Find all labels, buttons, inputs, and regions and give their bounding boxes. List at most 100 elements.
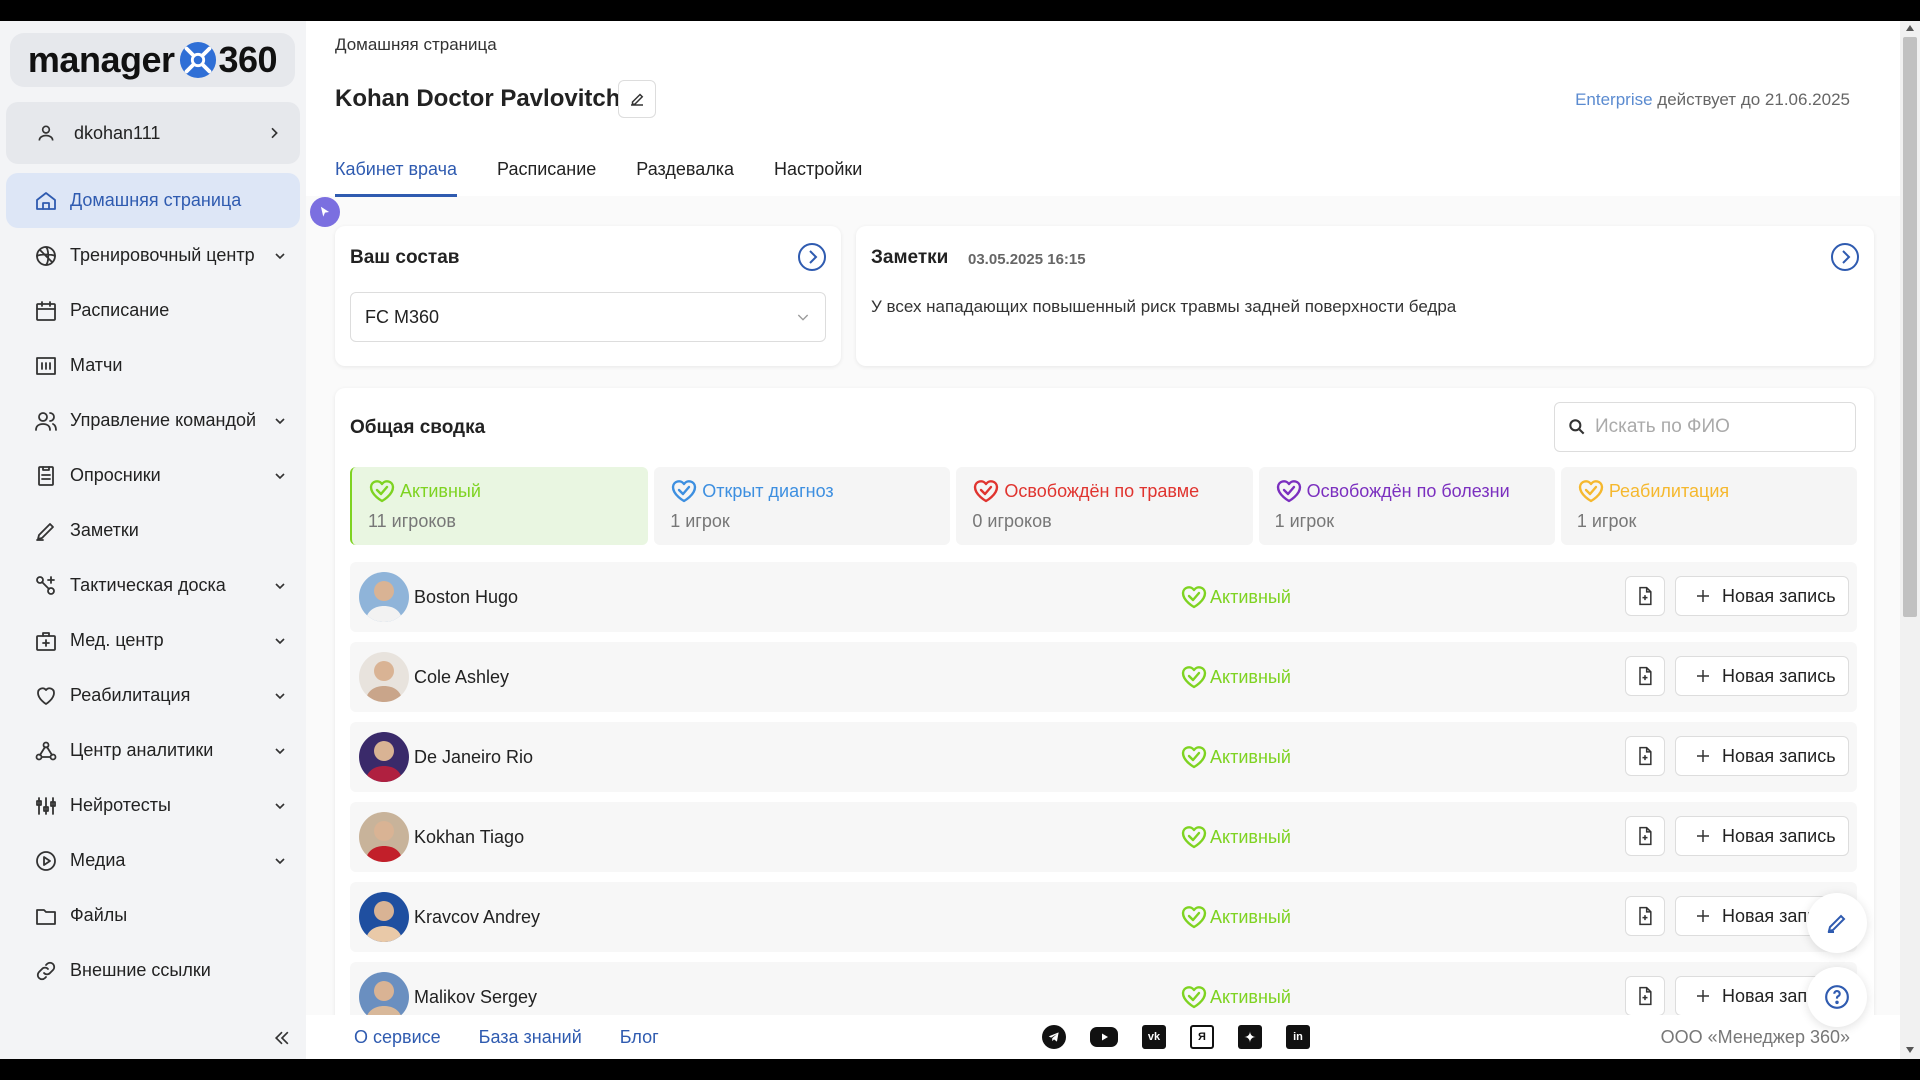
user-menu[interactable]: dkohan111 <box>6 102 300 164</box>
play-icon <box>36 850 56 871</box>
chevron-down-icon[interactable] <box>272 743 288 759</box>
tab[interactable]: Раздевалка <box>636 157 734 197</box>
sidebar-item[interactable]: Домашняя страница <box>6 173 300 228</box>
player-file-button[interactable] <box>1625 816 1665 856</box>
avatar <box>359 732 409 782</box>
notes-title: Заметки <box>871 247 949 268</box>
heart-icon <box>37 686 55 705</box>
footer-link[interactable]: Блог <box>620 1027 659 1048</box>
chevron-down-icon[interactable] <box>272 633 288 649</box>
youtube-icon[interactable] <box>1090 1027 1118 1047</box>
linkedin-icon[interactable]: in <box>1286 1025 1310 1049</box>
sidebar-item-label: Центр аналитики <box>70 740 214 760</box>
player-row[interactable]: Kokhan Tiago Активный Новая запись <box>350 802 1857 872</box>
scroll-thumb[interactable] <box>1903 37 1917 617</box>
medkit-icon <box>36 631 56 651</box>
player-file-button[interactable] <box>1625 976 1665 1016</box>
sidebar-item[interactable]: Управление командой <box>6 393 300 448</box>
new-record-button[interactable]: Новая запись <box>1675 736 1849 776</box>
yandex-zen-icon[interactable]: Я <box>1190 1025 1214 1049</box>
team-select[interactable]: FC M360 <box>350 292 826 342</box>
tab[interactable]: Настройки <box>774 157 862 197</box>
chevron-down-icon[interactable] <box>272 853 288 869</box>
help-fab-button[interactable] <box>1807 967 1867 1027</box>
status-filter[interactable]: Освобождён по болезни 1 игрок <box>1258 467 1555 545</box>
sidebar-item[interactable]: Медиа <box>6 833 300 888</box>
sidebar-item[interactable]: Файлы <box>6 888 300 943</box>
status-filter[interactable]: Открыт диагноз 1 игрок <box>654 467 951 545</box>
sidebar-item[interactable]: Тренировочный центр <box>6 228 300 283</box>
player-file-button[interactable] <box>1625 576 1665 616</box>
collapse-sidebar-icon[interactable] <box>272 1028 292 1048</box>
tab[interactable]: Расписание <box>497 157 596 197</box>
player-row[interactable]: Kravcov Andrey Активный Новая запись <box>350 882 1857 952</box>
sidebar-item[interactable]: Нейротесты <box>6 778 300 833</box>
new-record-button[interactable]: Новая запись <box>1675 656 1849 696</box>
pen-icon <box>1827 914 1846 933</box>
scroll-down-arrow[interactable] <box>1906 1047 1914 1053</box>
sidebar-item[interactable]: Центр аналитики <box>6 723 300 778</box>
new-record-label: Новая запись <box>1722 585 1836 606</box>
file-add-icon <box>1639 746 1652 766</box>
new-record-button[interactable]: Новая запись <box>1675 576 1849 616</box>
plan-name[interactable]: Enterprise <box>1575 90 1652 109</box>
footer-link[interactable]: О сервисе <box>354 1027 441 1048</box>
page-scrollbar[interactable] <box>1900 21 1920 1059</box>
status-filter-label: Освобождён по травме <box>1004 480 1200 501</box>
status-filter-label: Открыт диагноз <box>702 480 834 501</box>
status-filter[interactable]: Освобождён по травме 0 игроков <box>956 467 1253 545</box>
player-row[interactable]: De Janeiro Rio Активный Новая запись <box>350 722 1857 792</box>
heart-status-icon <box>974 480 999 503</box>
open-roster-icon[interactable] <box>797 242 827 272</box>
tactics-fab-button[interactable] <box>1807 893 1867 953</box>
sidebar-item[interactable]: Реабилитация <box>6 668 300 723</box>
chevron-down-icon[interactable] <box>272 578 288 594</box>
breadcrumb[interactable]: Домашняя страница <box>335 35 497 55</box>
player-file-button[interactable] <box>1625 656 1665 696</box>
heart-status-icon <box>1578 480 1604 503</box>
file-add-icon <box>1639 826 1652 846</box>
open-notes-icon[interactable] <box>1830 242 1860 272</box>
new-record-label: Новая запись <box>1722 825 1836 846</box>
sidebar-item[interactable]: Внешние ссылки <box>6 943 300 998</box>
sidebar-item[interactable]: Опросники <box>6 448 300 503</box>
player-name[interactable]: Boston Hugo <box>414 587 518 608</box>
logo[interactable]: manager 360 <box>10 33 295 87</box>
sidebar-item[interactable]: Матчи <box>6 338 300 393</box>
summary-title: Общая сводка <box>350 417 486 438</box>
telegram-icon[interactable] <box>1042 1025 1066 1049</box>
chevron-down-icon[interactable] <box>272 688 288 704</box>
sidebar-item[interactable]: Мед. центр <box>6 613 300 668</box>
chevron-down-icon[interactable] <box>272 798 288 814</box>
scroll-up-arrow[interactable] <box>1906 25 1914 31</box>
player-row[interactable]: Boston Hugo Активный Новая запись <box>350 562 1857 632</box>
status-filter[interactable]: Реабилитация 1 игрок <box>1560 467 1858 545</box>
sidebar-item-label: Заметки <box>70 520 139 540</box>
player-file-button[interactable] <box>1625 736 1665 776</box>
player-name[interactable]: Cole Ashley <box>414 667 509 688</box>
chevron-down-icon[interactable] <box>272 248 288 264</box>
soccer-ball-icon <box>179 41 216 79</box>
status-filter-label: Освобождён по болезни <box>1306 480 1510 501</box>
status-filter[interactable]: Активный 11 игроков <box>350 467 649 545</box>
footer-link[interactable]: База знаний <box>479 1027 582 1048</box>
sidebar-item[interactable]: Заметки <box>6 503 300 558</box>
new-record-button[interactable]: Новая запись <box>1675 816 1849 856</box>
team-icon <box>35 411 57 431</box>
chevron-down-icon[interactable] <box>272 468 288 484</box>
player-name[interactable]: De Janeiro Rio <box>414 747 533 768</box>
player-name[interactable]: Kokhan Tiago <box>414 827 524 848</box>
player-row[interactable]: Cole Ashley Активный Новая запись <box>350 642 1857 712</box>
dzen-icon[interactable] <box>1238 1025 1262 1049</box>
search-input[interactable]: Искать по ФИО <box>1554 402 1856 452</box>
player-name[interactable]: Malikov Sergey <box>414 987 537 1008</box>
edit-title-button[interactable] <box>618 80 656 118</box>
player-name[interactable]: Kravcov Andrey <box>414 907 540 928</box>
sidebar-item[interactable]: Расписание <box>6 283 300 338</box>
chevron-down-icon[interactable] <box>272 413 288 429</box>
tab[interactable]: Кабинет врача <box>335 157 458 197</box>
player-file-button[interactable] <box>1625 896 1665 936</box>
vk-icon[interactable]: vk <box>1142 1025 1166 1049</box>
sidebar-item[interactable]: Тактическая доска <box>6 558 300 613</box>
equalizer-icon <box>36 796 56 815</box>
